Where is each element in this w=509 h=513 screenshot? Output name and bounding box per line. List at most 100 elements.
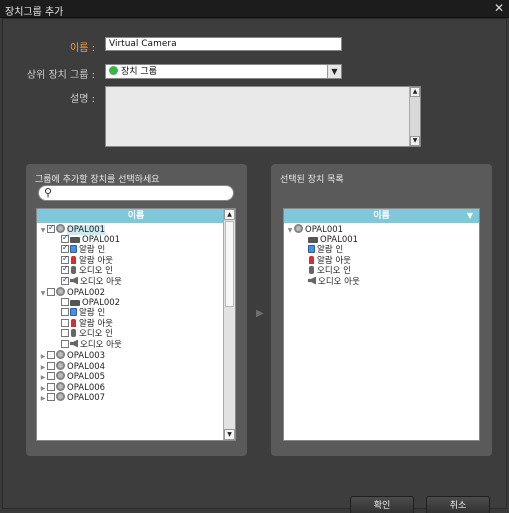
device-icon: [56, 360, 65, 370]
tree-node-label: 오디오 아웃: [318, 276, 360, 287]
checkbox[interactable]: [47, 223, 55, 234]
tree-node-label: 알람 아웃: [79, 255, 113, 266]
tree-node-channel[interactable]: 알람 인: [37, 308, 235, 319]
scroll-down-icon[interactable]: ▼: [410, 136, 420, 146]
tree-node-label: 오디오 아웃: [80, 339, 122, 350]
device-tree-rows: ▼OPAL001OPAL001알람 인알람 아웃오디오 인오디오 아웃▼OPAL…: [37, 223, 235, 403]
tree-node-device[interactable]: ▶ OPAL004: [37, 360, 235, 372]
checkbox[interactable]: [47, 393, 55, 401]
selected-name-column-header[interactable]: 이름 ▼: [284, 209, 479, 223]
audio-in-icon: [71, 329, 76, 337]
selected-tree-rows: ▼ OPAL001 OPAL001 알람 인 알람 아웃 오디오 인 오디오 아웃: [284, 223, 479, 287]
device-tree: 이름 ▼ ▼OPAL001OPAL001알람 인알람 아웃오디오 인오디오 아웃…: [36, 208, 236, 441]
checkbox[interactable]: [61, 233, 69, 243]
device-icon: [56, 371, 65, 380]
checkbox[interactable]: [61, 264, 69, 275]
checkbox[interactable]: [61, 339, 69, 348]
description-label: 설명 :: [70, 94, 95, 105]
parent-group-select[interactable]: 장치 그룹 ▼: [105, 64, 342, 79]
camera-icon: [70, 299, 80, 306]
ok-button[interactable]: 확인: [350, 496, 414, 513]
scroll-down-icon[interactable]: ▼: [224, 429, 235, 440]
tree-node-channel[interactable]: 오디오 인: [37, 329, 235, 340]
checkbox[interactable]: [61, 275, 69, 285]
checkbox[interactable]: [61, 318, 69, 327]
scroll-up-icon[interactable]: ▲: [410, 87, 420, 97]
checkbox[interactable]: [47, 288, 55, 296]
move-right-icon[interactable]: ▶: [256, 308, 264, 319]
tree-node-label: 알람 인: [79, 308, 106, 318]
checkbox[interactable]: [47, 382, 55, 391]
tree-node-channel[interactable]: OPAL001: [284, 235, 479, 246]
device-tree-scrollbar[interactable]: ▲ ▼: [223, 209, 235, 440]
cancel-button[interactable]: 취소: [426, 496, 490, 513]
tree-node-label: 오디오 인: [79, 329, 113, 339]
device-search-input[interactable]: ⚲: [38, 185, 234, 201]
device-icon: [56, 392, 65, 401]
chevron-down-icon[interactable]: ▼: [327, 65, 341, 78]
tree-node-device[interactable]: ▶ OPAL003: [37, 350, 235, 361]
tree-node-label: OPAL001: [67, 225, 106, 235]
tree-node-label: OPAL001: [305, 225, 344, 235]
camera-icon: [70, 236, 80, 243]
tree-node-label: OPAL005: [67, 372, 106, 382]
alarm-in-icon: [70, 245, 77, 253]
checkbox[interactable]: [61, 308, 69, 316]
audio-in-icon: [309, 266, 314, 274]
tree-node-channel[interactable]: OPAL002: [37, 297, 235, 309]
tree-node-channel[interactable]: 오디오 아웃: [37, 339, 235, 351]
group-icon: [109, 66, 118, 75]
tree-node-label: OPAL001: [82, 234, 121, 245]
tree-node-label: 오디오 인: [317, 266, 351, 276]
checkbox[interactable]: [47, 372, 55, 380]
alarm-in-icon: [308, 245, 315, 253]
tree-node-channel[interactable]: 알람 인: [284, 245, 479, 256]
parent-group-label: 상위 장치 그룹 :: [26, 70, 95, 81]
scroll-thumb[interactable]: [225, 221, 234, 307]
name-label: 이름 :: [70, 43, 95, 54]
selected-device-tree: 이름 ▼ ▼ OPAL001 OPAL001 알람 인 알람 아웃 오디오 인 오디오 아웃: [283, 208, 480, 441]
checkbox[interactable]: [47, 351, 55, 359]
expand-right-icon[interactable]: ▶: [39, 394, 47, 405]
tree-node-device[interactable]: ▶ OPAL005: [37, 371, 235, 382]
alarm-in-icon: [70, 308, 77, 316]
tree-node-device[interactable]: ▶ OPAL007: [37, 392, 235, 403]
alarm-out-icon: [71, 255, 76, 264]
tree-node-device[interactable]: ▼OPAL001: [284, 224, 479, 235]
close-icon[interactable]: ✕: [494, 1, 504, 15]
tree-node-channel[interactable]: 오디오 인: [284, 266, 479, 277]
window-title: 장치그룹 추가: [5, 7, 64, 18]
description-textarea[interactable]: ▲ ▼: [105, 86, 421, 147]
tree-node-label: OPAL002: [82, 297, 121, 308]
parent-group-value: 장치 그룹: [121, 67, 157, 77]
tree-node-channel[interactable]: 알람 아웃: [284, 255, 479, 267]
device-select-title: 그룹에 추가할 장치를 선택하세요: [35, 175, 160, 185]
tree-node-channel[interactable]: 알람 아웃: [37, 318, 235, 330]
checkbox[interactable]: [61, 243, 69, 254]
tree-node-label: 알람 아웃: [317, 255, 351, 266]
tree-node-device[interactable]: ▶ OPAL006: [37, 381, 235, 393]
checkbox[interactable]: [47, 361, 55, 370]
name-column-header[interactable]: 이름 ▼: [37, 209, 235, 223]
audio-out-icon: [70, 339, 78, 348]
tree-node-label: OPAL001: [320, 234, 359, 245]
tree-node-device[interactable]: ▼ OPAL002: [37, 287, 235, 298]
device-icon: [56, 350, 65, 359]
selected-name-column-label: 이름: [373, 211, 390, 221]
tree-node-label: OPAL003: [67, 351, 106, 361]
scroll-up-icon[interactable]: ▲: [224, 209, 235, 220]
checkbox[interactable]: [61, 297, 69, 306]
device-select-panel: 그룹에 추가할 장치를 선택하세요 ⚲ 이름 ▼ ▼ OPAL001OPAL001…: [26, 164, 247, 456]
tree-node-channel[interactable]: 오디오 아웃: [37, 275, 235, 288]
audio-in-icon: [71, 266, 76, 274]
tree-node-channel[interactable]: 오디오 아웃: [284, 276, 479, 288]
tree-node-label: OPAL007: [67, 393, 106, 403]
description-scrollbar[interactable]: ▲ ▼: [409, 87, 420, 146]
sort-down-icon[interactable]: ▼: [467, 209, 473, 223]
name-input[interactable]: Virtual Camera: [105, 37, 342, 51]
selected-devices-title: 선택된 장치 목록: [280, 175, 344, 185]
checkbox[interactable]: [61, 329, 69, 337]
audio-out-icon: [308, 276, 316, 285]
title-bar: 장치그룹 추가 ✕: [0, 0, 509, 18]
checkbox[interactable]: [61, 254, 69, 264]
